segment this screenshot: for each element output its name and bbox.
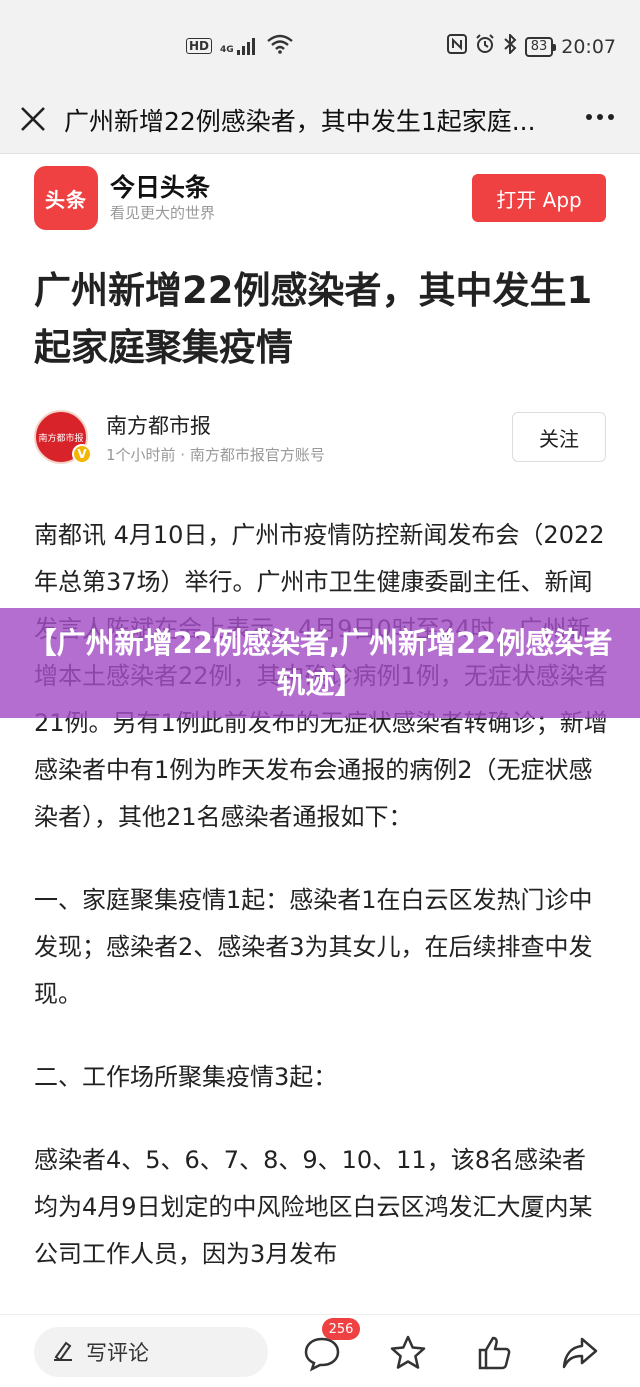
app-slogan: 看见更大的世界 xyxy=(110,204,216,222)
app-banner: 头条 今日头条 看见更大的世界 打开 App xyxy=(34,166,606,230)
open-app-button[interactable]: 打开 App xyxy=(472,174,606,222)
close-icon[interactable] xyxy=(18,104,48,134)
nfc-icon xyxy=(446,34,467,59)
status-left: HD 4G xyxy=(186,34,293,58)
share-icon[interactable] xyxy=(560,1333,600,1373)
bluetooth-icon xyxy=(503,32,517,59)
article-paragraph: 一、家庭聚集疫情1起：感染者1在白云区发热门诊中发现；感染者2、感染者3为其女儿… xyxy=(34,886,593,1008)
caption-text: 【广州新增22例感染者,广州新增22例感染者轨迹】 xyxy=(27,626,613,700)
app-name: 今日头条 xyxy=(110,173,211,202)
comment-input[interactable]: 写评论 xyxy=(34,1327,268,1377)
favorite-star-icon[interactable] xyxy=(388,1333,428,1373)
caption-overlay: 【广州新增22例感染者,广州新增22例感染者轨迹】 xyxy=(0,608,640,718)
comment-placeholder: 写评论 xyxy=(86,1341,149,1365)
clock: 20:07 xyxy=(561,35,616,58)
nav-title: 广州新增22例感染者，其中发生1起家庭... xyxy=(64,107,536,136)
author-row: 南方都市报 V 南方都市报 1个小时前 · 南方都市报官方账号 关注 xyxy=(34,408,606,468)
author-meta: 1个小时前 · 南方都市报官方账号 xyxy=(106,446,325,464)
comment-count-badge: 256 xyxy=(322,1318,360,1340)
more-icon[interactable] xyxy=(586,114,614,120)
battery-indicator: 83 xyxy=(524,36,556,57)
hd-indicator: HD xyxy=(186,38,213,54)
bottom-action-bar: 写评论 256 xyxy=(0,1314,640,1387)
alarm-icon xyxy=(475,34,495,59)
verified-icon: V xyxy=(72,444,92,464)
status-bar: HD 4G 83 20:07 xyxy=(0,0,640,88)
article-paragraph: 二、工作场所聚集疫情3起： xyxy=(34,1063,338,1091)
wifi-icon xyxy=(266,34,293,58)
signal-icon: 4G xyxy=(220,37,259,55)
status-right: 83 20:07 xyxy=(446,32,616,59)
article-headline: 广州新增22例感染者，其中发生1起家庭聚集疫情 xyxy=(34,269,593,369)
app-logo: 头条 xyxy=(34,166,98,230)
follow-button[interactable]: 关注 xyxy=(512,412,606,462)
author-name[interactable]: 南方都市报 xyxy=(106,410,211,440)
pen-icon xyxy=(52,1339,74,1366)
article-paragraph: 感染者4、5、6、7、8、9、10、11，该8名感染者均为4月9日划定的中风险地… xyxy=(34,1146,593,1268)
like-thumb-icon[interactable] xyxy=(474,1333,514,1373)
nav-bar: 广州新增22例感染者，其中发生1起家庭... xyxy=(0,88,640,154)
